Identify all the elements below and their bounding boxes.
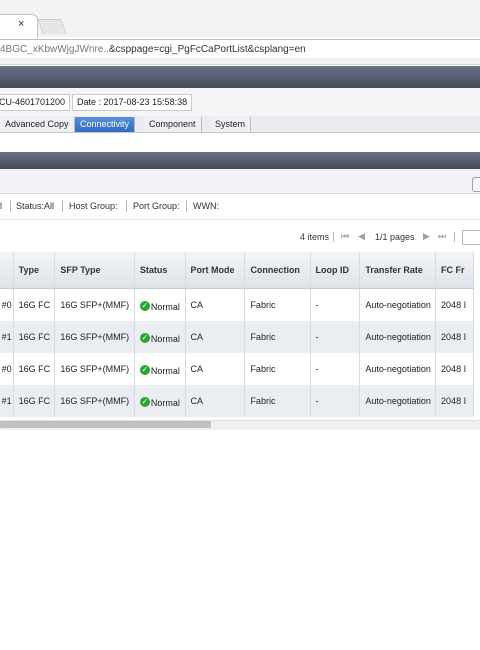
close-tab-icon[interactable]: ×	[18, 18, 24, 30]
port-mode: CA	[185, 385, 246, 417]
section-header-bar	[0, 152, 480, 169]
connection: Fabric	[244, 385, 311, 417]
connection: Fabric	[244, 288, 311, 321]
serial-number: CU-4601701200	[0, 94, 71, 111]
column-header[interactable]: Type	[13, 252, 56, 289]
sfp-type: 16G SFP+(MMF)	[54, 353, 135, 385]
connection: Fabric	[244, 321, 311, 353]
transfer-rate: Auto-negotiation	[359, 385, 437, 417]
sfp-type: 16G SFP+(MMF)	[54, 385, 135, 417]
check-circle-icon: ✓	[139, 300, 150, 311]
check-circle-icon: ✓	[139, 364, 150, 375]
column-header[interactable]: Status	[134, 252, 186, 289]
transfer-rate: Auto-negotiation	[359, 288, 437, 321]
loop-id: -	[310, 288, 361, 321]
status-text: Normal	[150, 397, 180, 408]
fc-frame-size: 2048 I	[435, 321, 474, 353]
fc-frame-size: 2048 I	[435, 288, 474, 321]
tab-connectivity[interactable]: Connectivity	[75, 117, 136, 132]
port-id: #0	[0, 288, 14, 321]
column-header[interactable]: Loop ID	[310, 252, 361, 289]
column-header[interactable]: SFP Type	[54, 252, 135, 289]
tab-system[interactable]: System	[210, 117, 252, 132]
filter-port-group[interactable]: Port Group:	[133, 201, 180, 211]
item-count: 4 items	[300, 232, 330, 242]
status-text: Normal	[150, 333, 180, 344]
status-text: Normal	[150, 301, 180, 312]
port-id: #0	[0, 353, 14, 385]
loop-id: -	[310, 321, 361, 353]
next-page-icon[interactable]: ▶	[423, 231, 430, 242]
table-row[interactable]: #0 16G FC 16G SFP+(MMF) ✓ Normal CA Fabri…	[0, 288, 474, 321]
loop-id: -	[310, 385, 361, 417]
table-row[interactable]: #1 16G FC 16G SFP+(MMF) ✓ Normal CA Fabri…	[0, 321, 474, 353]
table-row[interactable]: #1 16G FC 16G SFP+(MMF) ✓ Normal CA Fabri…	[0, 385, 474, 417]
page-count: 1/1 pages	[375, 232, 415, 242]
port-mode: CA	[185, 353, 246, 385]
status-text: Normal	[150, 365, 180, 376]
filter-wwn[interactable]: WWN:	[193, 201, 219, 211]
scrollbar-thumb[interactable]	[0, 421, 211, 428]
port-id: #1	[0, 321, 14, 353]
filter-host-group[interactable]: Host Group:	[69, 201, 118, 211]
page-number-input[interactable]	[462, 230, 480, 245]
port-mode: CA	[185, 321, 246, 353]
browser-tabstrip	[0, 0, 480, 37]
check-circle-icon: ✓	[139, 396, 150, 407]
filter-type[interactable]: l	[0, 201, 2, 211]
browser-toolbar-bottom	[0, 58, 480, 65]
filter-divider	[186, 200, 187, 212]
filter-divider	[62, 200, 63, 212]
action-toolbar	[0, 169, 480, 194]
transfer-rate: Auto-negotiation	[359, 321, 437, 353]
address-url[interactable]: 4BGC_xKbwWjgJWnre..&csppage=cgi_PgFcCaPo…	[0, 44, 306, 55]
filter-divider	[10, 200, 11, 212]
column-header[interactable]: Transfer Rate	[359, 252, 437, 289]
sfp-type: 16G SFP+(MMF)	[54, 321, 135, 353]
port-id: #1	[0, 385, 14, 417]
pager-divider	[454, 232, 455, 242]
sfp-type: 16G SFP+(MMF)	[54, 288, 135, 321]
filter-status[interactable]: Status:All	[16, 201, 54, 211]
port-type: 16G FC	[13, 288, 56, 321]
table-header-row: Type SFP Type Status Port Mode Connectio…	[0, 252, 474, 289]
url-prefix: 4BGC_xKbwWjgJWnre..	[0, 44, 109, 55]
table-row[interactable]: #0 16G FC 16G SFP+(MMF) ✓ Normal CA Fabri…	[0, 353, 474, 385]
fc-frame-size: 2048 I	[435, 353, 474, 385]
url-rest: &csppage=cgi_PgFcCaPortList&csplang=en	[108, 44, 306, 55]
port-mode: CA	[185, 288, 246, 321]
filter-divider	[126, 200, 127, 212]
loop-id: -	[310, 353, 361, 385]
last-page-icon[interactable]: ⏭	[438, 231, 446, 242]
connection: Fabric	[244, 353, 311, 385]
port-type: 16G FC	[13, 353, 56, 385]
status-cell: ✓ Normal	[134, 321, 186, 353]
column-header[interactable]: FC Fr	[435, 252, 474, 289]
check-circle-icon: ✓	[139, 332, 150, 343]
fc-frame-size: 2048 I	[435, 385, 474, 417]
status-cell: ✓ Normal	[134, 288, 186, 321]
port-table: Type SFP Type Status Port Mode Connectio…	[0, 252, 474, 417]
column-header[interactable]: Port Mode	[185, 252, 246, 289]
new-tab-button[interactable]	[37, 19, 67, 34]
column-header[interactable]: Connection	[244, 252, 311, 289]
app-header-bar	[0, 66, 480, 88]
action-button[interactable]	[472, 177, 480, 192]
port-type: 16G FC	[13, 385, 56, 417]
tab-component[interactable]: Component	[144, 117, 202, 132]
tab-advanced-copy[interactable]: Advanced Copy	[0, 117, 75, 132]
prev-page-icon[interactable]: ◀	[358, 231, 365, 242]
column-header[interactable]	[0, 252, 14, 289]
first-page-icon[interactable]: ⏮	[341, 231, 349, 242]
status-cell: ✓ Normal	[134, 353, 186, 385]
transfer-rate: Auto-negotiation	[359, 353, 437, 385]
port-type: 16G FC	[13, 321, 56, 353]
date-display: Date : 2017-08-23 15:58:38	[72, 94, 193, 111]
status-cell: ✓ Normal	[134, 385, 186, 417]
pager-divider	[333, 232, 334, 242]
content-spacer	[0, 133, 480, 152]
